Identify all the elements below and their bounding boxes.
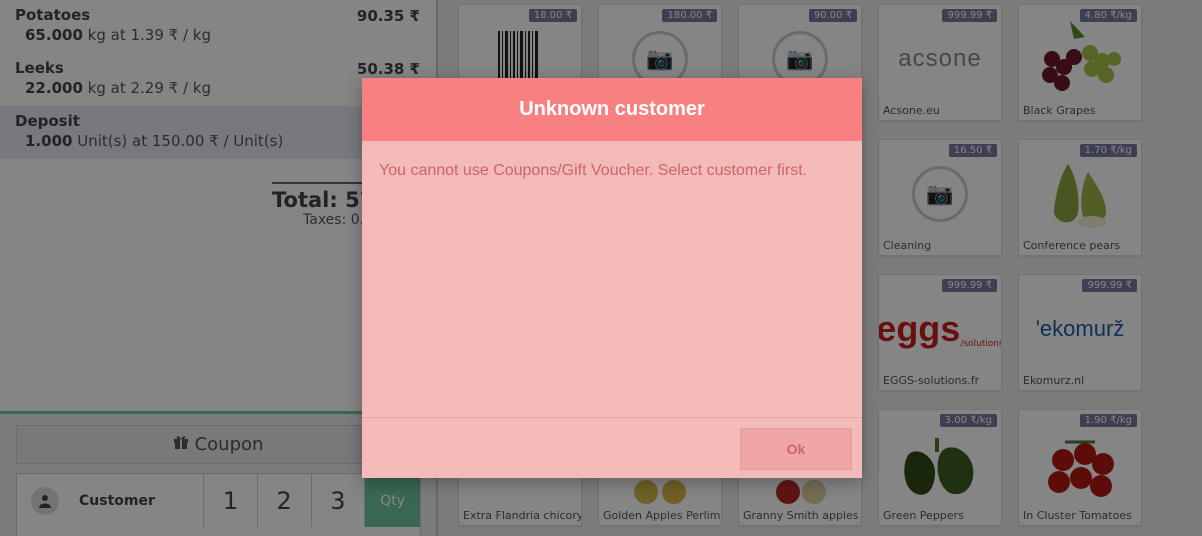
- popup-body: You cannot use Coupons/Gift Voucher. Sel…: [379, 162, 808, 179]
- ok-button[interactable]: Ok: [740, 428, 852, 470]
- popup-footer: Ok: [362, 417, 862, 478]
- popup-title: Unknown customer: [362, 78, 862, 141]
- error-popup: Unknown customer You cannot use Coupons/…: [362, 78, 862, 478]
